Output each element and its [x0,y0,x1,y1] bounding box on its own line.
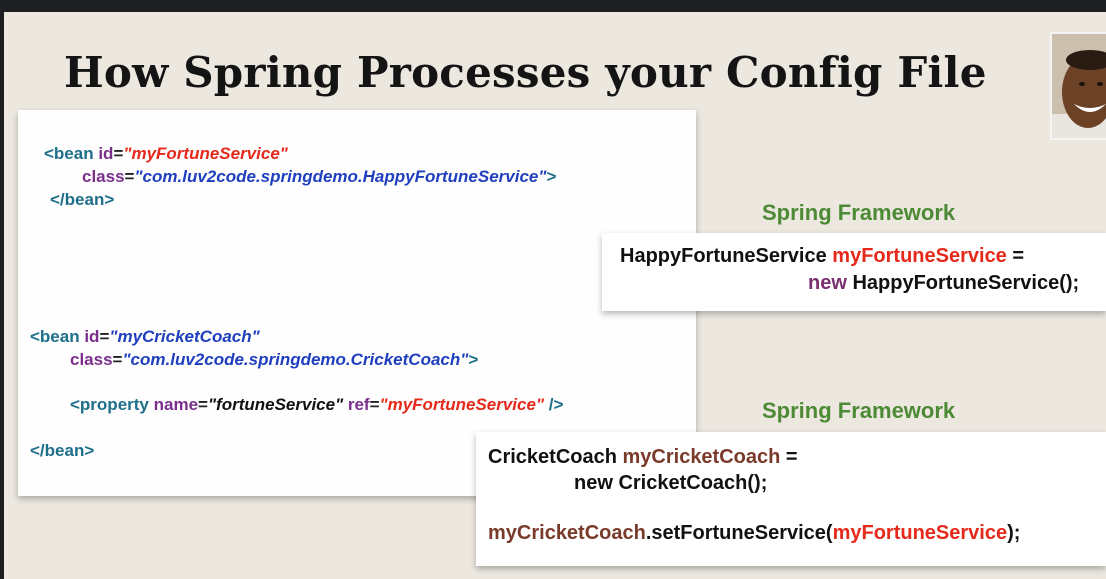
framework1-var: myFortuneService [832,245,1007,267]
bean2-line2: class="com.luv2code.springdemo.CricketCo… [70,348,478,371]
bean2-property-line: <property name="fortuneService" ref="myF… [70,393,563,416]
bean2-open-tag: <bean [30,327,80,346]
framework1-line1: HappyFortuneService myFortuneService = [620,243,1024,270]
bean1-line3: </bean> [50,188,114,211]
bean1-line2: class="com.luv2code.springdemo.HappyFort… [82,165,556,188]
bean1-id-eq: = [113,144,124,163]
bean1-id-attr: id [93,144,114,163]
framework1-java-box: HappyFortuneService myFortuneService = n… [602,233,1106,311]
presenter-photo-image [1052,34,1106,138]
bean2-close-bracket: > [468,350,479,369]
bean1-line1: <bean id="myFortuneService" [44,142,288,165]
framework2-var: myCricketCoach [622,446,781,468]
bean1-close-bracket: > [546,167,557,186]
framework1-type: HappyFortuneService [620,245,833,267]
framework2-line2: new CricketCoach(); [574,470,767,497]
property-name-value: "fortuneService" [207,395,344,414]
bean2-id-attr: id [79,327,100,346]
bean2-class-value: "com.luv2code.springdemo.CricketCoach" [122,350,469,369]
slide: How Spring Processes your Config File <b… [4,12,1106,579]
framework2-label: Spring Framework [762,398,956,423]
bean2-line1: <bean id="myCricketCoach" [30,325,260,348]
framework1-line2: new HappyFortuneService(); [808,270,1079,297]
bean1-id-value: "myFortuneService" [123,144,288,163]
bean2-close-tag: </bean> [30,441,95,460]
framework2-call-object: myCricketCoach [488,522,646,544]
property-open-tag: <property [70,395,149,414]
framework2-call-end: ); [1007,522,1021,544]
property-name-attr: name [148,395,199,414]
framework1-label: Spring Framework [762,200,956,225]
bean1-open-tag: <bean [44,144,94,163]
framework1-assign: = [1006,245,1025,267]
bean2-id-eq: = [99,327,110,346]
framework2-type: CricketCoach [488,446,623,468]
framework2-assign: = [780,446,798,468]
bean2-close-line: </bean> [30,439,94,462]
bean1-class-attr: class [82,167,125,186]
framework1-new-keyword: new [808,272,847,294]
bean2-class-attr: class [70,350,113,369]
framework2-java-box: CricketCoach myCricketCoach = new Cricke… [476,432,1106,566]
framework2-call-arg: myFortuneService [832,522,1008,544]
slide-title: How Spring Processes your Config File [64,48,987,97]
property-close-tag: /> [544,395,564,414]
framework2-ctor: new CricketCoach(); [574,472,768,494]
property-name-eq: = [198,395,208,414]
framework2-call-method: .setFortuneService( [645,522,833,544]
presenter-photo [1050,32,1106,140]
bean1-close-tag: </bean> [50,190,115,209]
framework2-line1: CricketCoach myCricketCoach = [488,444,798,471]
property-ref-attr: ref [343,395,370,414]
framework2-line3: myCricketCoach.setFortuneService(myFortu… [488,520,1020,547]
framework1-ctor: HappyFortuneService(); [846,272,1080,294]
property-ref-eq: = [369,395,380,414]
bean1-class-eq: = [124,167,135,186]
bean2-class-eq: = [112,350,123,369]
bean2-id-value: "myCricketCoach" [109,327,260,346]
property-ref-value: "myFortuneService" [379,395,545,414]
bean1-class-value: "com.luv2code.springdemo.HappyFortuneSer… [134,167,547,186]
